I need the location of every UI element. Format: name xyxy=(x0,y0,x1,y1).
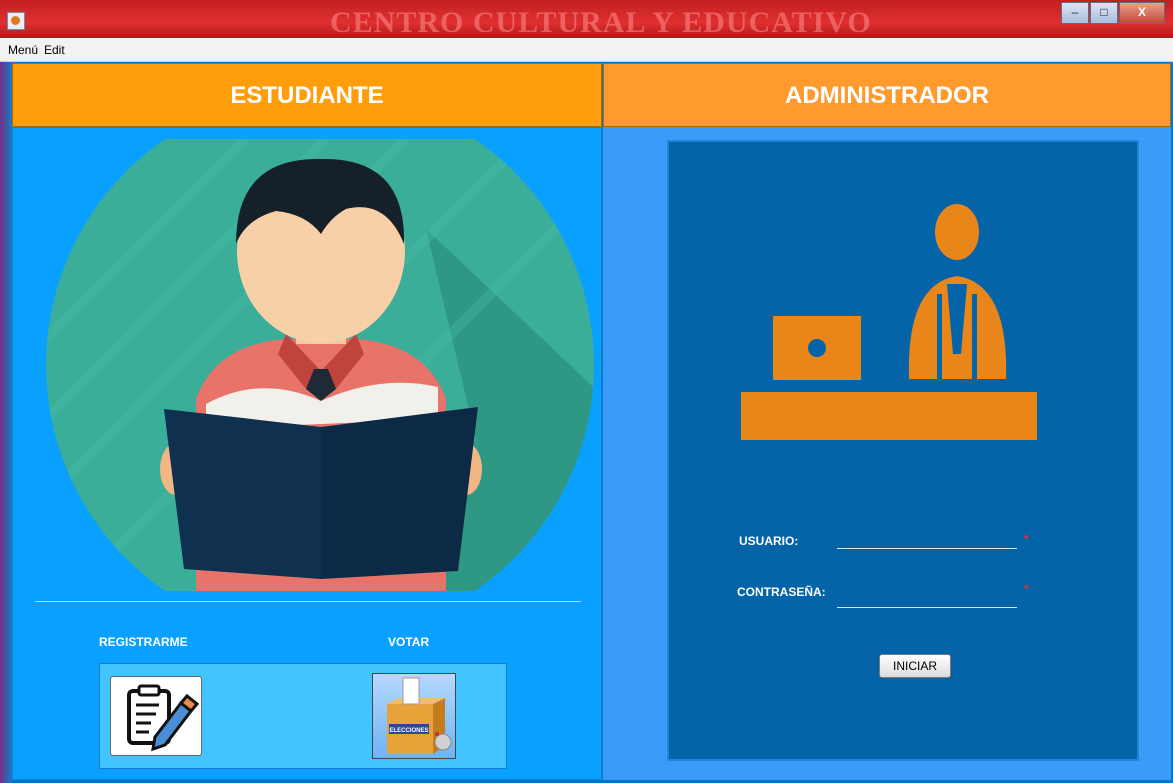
username-label: USUARIO: xyxy=(739,534,799,548)
desktop-edge xyxy=(0,62,12,783)
register-label: REGISTRARME xyxy=(99,635,188,649)
register-button[interactable] xyxy=(110,676,202,756)
student-header: ESTUDIANTE xyxy=(12,63,602,127)
vote-label: VOTAR xyxy=(388,635,430,649)
menu-menu[interactable]: Menú xyxy=(8,43,38,57)
ballot-box-text: ELECCIONES xyxy=(389,728,428,734)
admin-header: ADMINISTRADOR xyxy=(603,63,1171,127)
student-panel: REGISTRARME VOTAR ELECCIONES xyxy=(12,127,602,780)
password-label: CONTRASEÑA: xyxy=(737,585,826,599)
maximize-button[interactable]: □ xyxy=(1090,2,1118,24)
window-titlebar: CENTRO CULTURAL Y EDUCATIVO – □ X xyxy=(0,0,1173,39)
password-input[interactable] xyxy=(837,589,1017,608)
ballot-box-icon: ELECCIONES xyxy=(387,677,452,754)
menubar: Menú Edit xyxy=(0,38,1173,62)
student-reading-illustration xyxy=(46,139,594,591)
window-controls: – □ X xyxy=(1060,2,1165,24)
username-required-marker: * xyxy=(1024,532,1029,546)
username-input[interactable] xyxy=(837,530,1017,549)
minimize-button[interactable]: – xyxy=(1061,2,1089,24)
window-title: CENTRO CULTURAL Y EDUCATIVO xyxy=(330,6,872,39)
student-actions-panel: ELECCIONES xyxy=(99,663,507,769)
divider-line xyxy=(35,601,581,602)
form-edit-icon xyxy=(127,684,200,752)
password-required-marker: * xyxy=(1024,582,1029,596)
login-button[interactable]: INICIAR xyxy=(879,654,951,678)
java-app-icon[interactable] xyxy=(7,12,25,30)
vote-button[interactable]: ELECCIONES xyxy=(372,673,456,759)
administrator-desk-icon xyxy=(741,204,1037,440)
menu-edit[interactable]: Edit xyxy=(44,43,65,57)
admin-panel: USUARIO: * CONTRASEÑA: * INICIAR xyxy=(603,127,1171,780)
admin-login-box: USUARIO: * CONTRASEÑA: * INICIAR xyxy=(667,140,1139,761)
close-button[interactable]: X xyxy=(1119,2,1165,24)
